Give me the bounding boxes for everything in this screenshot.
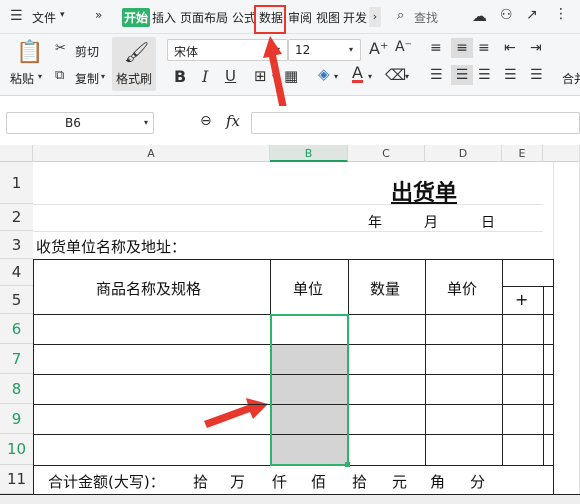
row-header-8[interactable]: 8 (0, 374, 33, 404)
date-day: 日 (481, 215, 495, 231)
fx-button[interactable]: fx (226, 112, 240, 130)
gridline (33, 204, 543, 205)
column-header-d[interactable]: D (425, 145, 502, 162)
header-price: 单价 (447, 280, 478, 298)
corner-cell[interactable] (0, 145, 33, 162)
amount-unit: 仟 (272, 473, 288, 491)
sheet-title: 出货单 (391, 181, 458, 206)
date-year: 年 (368, 215, 382, 231)
table-border (553, 259, 554, 494)
amount-unit: 元 (392, 473, 408, 491)
row-header-6[interactable]: 6 (0, 314, 33, 344)
table-border (502, 259, 503, 465)
formula-bar: B6 ▾ ⊖ fx (0, 106, 580, 142)
amount-unit: 佰 (311, 473, 327, 491)
cell-ref: B6 (65, 116, 81, 130)
row-header-4[interactable]: 4 (0, 259, 33, 286)
table-border (502, 286, 553, 287)
date-month: 月 (424, 215, 438, 231)
header-item: 商品名称及规格 (96, 280, 202, 298)
chevron-down-icon: ▾ (144, 118, 149, 127)
row-header-9[interactable]: 9 (0, 404, 33, 434)
table-border (33, 259, 34, 494)
row-header-3[interactable]: 3 (0, 231, 33, 259)
gridline (33, 231, 543, 232)
amount-unit: 角 (430, 473, 446, 491)
arrow-right-annotation (204, 398, 268, 428)
amount-unit: 万 (230, 473, 246, 491)
table-border (425, 259, 426, 465)
header-qty: 数量 (370, 280, 401, 298)
table-border (543, 286, 544, 465)
total-label: 合计金额(大写)： (48, 473, 165, 491)
formula-input[interactable] (251, 112, 580, 134)
plus-sign: + (515, 290, 529, 309)
row-header-10[interactable]: 10 (0, 434, 33, 465)
consignee-label: 收货单位名称及地址： (36, 238, 187, 256)
row-header-5[interactable]: 5 (0, 286, 33, 314)
column-header-b[interactable]: B (270, 145, 348, 162)
row-header-1[interactable]: 1 (0, 162, 33, 204)
row-header-11[interactable]: 11 (0, 465, 33, 494)
header-unit: 单位 (293, 280, 324, 298)
arrow-up-annotation (263, 36, 287, 110)
table-border (33, 259, 553, 260)
column-header-c[interactable]: C (348, 145, 425, 162)
column-header-e[interactable]: E (502, 145, 543, 162)
selection-border (270, 314, 349, 466)
sheet-tabs-bar (0, 495, 580, 504)
column-headers: A B C D E (0, 145, 580, 162)
column-header-a[interactable]: A (33, 145, 270, 162)
amount-unit: 拾 (193, 473, 209, 491)
fill-handle[interactable] (345, 462, 350, 467)
row-header-2[interactable]: 2 (0, 204, 33, 231)
amount-unit: 分 (470, 473, 486, 491)
row-header-7[interactable]: 7 (0, 344, 33, 374)
zoom-icon[interactable]: ⊖ (200, 113, 212, 129)
amount-unit: 拾 (352, 473, 368, 491)
name-box[interactable]: B6 ▾ (6, 112, 154, 134)
